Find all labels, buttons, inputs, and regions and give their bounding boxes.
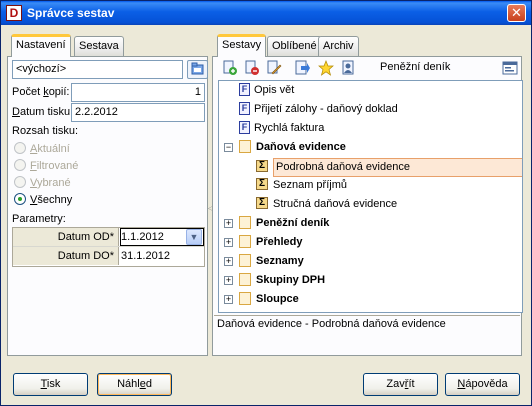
param-row[interactable]: Datum DO* 31.1.2012 xyxy=(13,247,204,266)
tree-item-selected[interactable]: Σ Podrobná daňová evidence xyxy=(256,158,522,177)
radio-indicator xyxy=(14,142,26,155)
print-range-label: Rozsah tisku: xyxy=(12,125,79,137)
window-settings-icon[interactable] xyxy=(502,60,518,76)
expand-toggle[interactable]: + xyxy=(224,257,233,266)
tree-folder[interactable]: Daňová evidence xyxy=(239,139,346,158)
title-bar[interactable]: D Správce sestav ✕ xyxy=(1,1,531,25)
dialog-body: Nastavení Sestava <výchozí> Počet kopií:… xyxy=(1,25,531,405)
report-tree[interactable]: F Opis vět F Přijetí zálohy - daňový dokla… xyxy=(218,80,523,313)
copies-label: Počet kopií: xyxy=(12,86,70,98)
preset-field[interactable]: <výchozí> xyxy=(12,60,183,79)
chevron-down-icon[interactable]: ▼ xyxy=(186,229,202,245)
selected-report-path: Daňová evidence - Podrobná daňová eviden… xyxy=(217,318,446,330)
close-window-button[interactable]: ✕ xyxy=(507,4,526,22)
splitter-grip[interactable]: ◁ xyxy=(208,205,213,213)
import-icon[interactable] xyxy=(294,60,310,76)
form-icon: F xyxy=(239,82,250,96)
tab-nastaveni[interactable]: Nastavení xyxy=(11,34,71,57)
tree-item[interactable]: F Opis vět xyxy=(239,82,294,101)
tree-item-label: Přehledy xyxy=(256,236,303,248)
tree-item-label: Podrobná daňová evidence xyxy=(273,158,522,177)
expand-toggle[interactable]: + xyxy=(224,219,233,228)
folder-icon xyxy=(239,272,251,286)
radio-indicator-selected xyxy=(14,193,26,206)
param-row[interactable]: Datum OD* 1.1.2012 ▼ xyxy=(13,228,204,247)
print-date-label: Datum tisku: xyxy=(12,106,74,118)
tree-item-label: Přijetí zálohy - daňový doklad xyxy=(254,103,398,115)
tree-item-label: Peněžní deník xyxy=(256,217,330,229)
tree-folder[interactable]: Seznamy xyxy=(239,253,304,272)
sum-report-icon: Σ xyxy=(256,160,268,173)
preview-button[interactable]: Náhled xyxy=(97,373,172,396)
radio-vybrane[interactable]: Vybrané xyxy=(14,176,71,193)
tab-archiv[interactable]: Archiv xyxy=(318,36,359,57)
print-button[interactable]: Tisk xyxy=(13,373,88,396)
parameters-grid: Datum OD* 1.1.2012 ▼ Datum DO* 31.1.2012 xyxy=(12,227,205,267)
param-name: Datum DO* xyxy=(13,247,119,265)
edit-icon[interactable] xyxy=(266,60,282,76)
folder-icon xyxy=(239,253,251,267)
tree-item[interactable]: Σ Seznam příjmů xyxy=(256,177,347,196)
radio-vsechny[interactable]: Všechny xyxy=(14,193,72,210)
app-icon: D xyxy=(6,5,22,21)
tree-item-label: Seznam příjmů xyxy=(273,179,347,191)
expand-toggle[interactable]: + xyxy=(224,276,233,285)
folder-icon xyxy=(239,139,251,153)
favorite-star-icon[interactable] xyxy=(318,60,334,76)
tree-folder[interactable]: Sloupce xyxy=(239,291,299,310)
form-icon: F xyxy=(239,101,250,115)
parameters-label: Parametry: xyxy=(12,213,66,225)
expand-toggle[interactable]: + xyxy=(224,238,233,247)
tree-folder[interactable]: Peněžní deník xyxy=(239,215,329,234)
radio-indicator xyxy=(14,176,26,189)
window-title: Správce sestav xyxy=(27,6,115,20)
folder-icon xyxy=(239,234,251,248)
browse-preset-button[interactable] xyxy=(187,60,208,79)
tree-item-label: Sloupce xyxy=(256,293,299,305)
tab-sestava[interactable]: Sestava xyxy=(74,36,124,57)
sum-report-icon: Σ xyxy=(256,178,268,191)
tree-folder[interactable]: Přehledy xyxy=(239,234,302,253)
tree-item-label: Daňová evidence xyxy=(256,141,346,153)
status-divider xyxy=(214,315,520,316)
add-icon[interactable] xyxy=(222,60,238,76)
folder-icon xyxy=(239,291,251,305)
tree-item-label: Skupiny DPH xyxy=(256,274,326,286)
tree-item-label: Stručná daňová evidence xyxy=(273,198,398,210)
param-value[interactable]: 1.1.2012 xyxy=(121,231,164,243)
sum-report-icon: Σ xyxy=(256,197,268,210)
folder-icon xyxy=(239,215,251,229)
print-date-input[interactable]: 2.2.2012 xyxy=(71,103,205,122)
radio-aktualni[interactable]: Aktuální xyxy=(14,142,70,159)
expand-toggle[interactable]: + xyxy=(224,295,233,304)
tree-item[interactable]: F Rychlá faktura xyxy=(239,120,324,139)
tree-item-label: Opis vět xyxy=(254,84,295,96)
tab-sestavy[interactable]: Sestavy xyxy=(217,34,267,57)
tree-folder[interactable]: Skupiny DPH xyxy=(239,272,325,291)
close-button[interactable]: Zavřít xyxy=(363,373,438,396)
radio-filtrovane[interactable]: Filtrované xyxy=(14,159,78,176)
tree-item-label: Seznamy xyxy=(256,255,304,267)
param-name: Datum OD* xyxy=(13,228,119,246)
form-icon: F xyxy=(239,120,250,134)
tree-item[interactable]: F Přijetí zálohy - daňový doklad xyxy=(239,101,398,120)
user-icon[interactable] xyxy=(340,60,356,76)
report-manager-window: D Správce sestav ✕ Nastavení Sestava <vý… xyxy=(0,0,532,406)
collapse-toggle[interactable]: − xyxy=(224,143,233,152)
tab-oblibene[interactable]: Oblíbené xyxy=(267,36,322,57)
radio-indicator xyxy=(14,159,26,172)
tree-item-label: Rychlá faktura xyxy=(254,122,325,134)
param-value[interactable]: 31.1.2012 xyxy=(121,250,170,262)
tree-item[interactable]: Σ Stručná daňová evidence xyxy=(256,196,397,215)
copies-input[interactable]: 1 xyxy=(71,83,205,102)
help-button[interactable]: Nápověda xyxy=(445,373,520,396)
remove-icon[interactable] xyxy=(244,60,260,76)
settings-panel: <výchozí> Počet kopií: 1 Datum tisku: 2.… xyxy=(7,56,208,356)
folder-open-icon xyxy=(191,62,204,75)
current-report-title: Peněžní deník xyxy=(380,61,451,73)
